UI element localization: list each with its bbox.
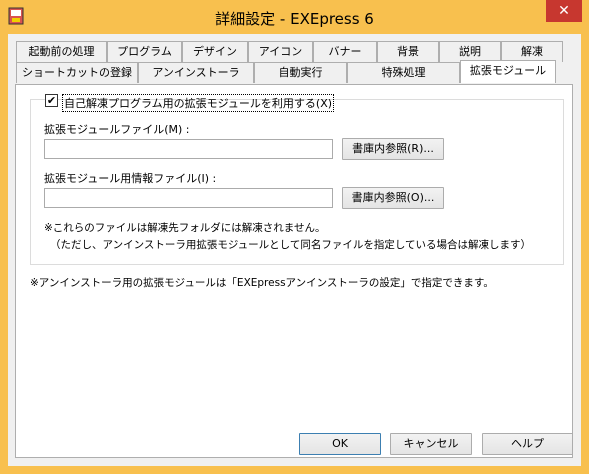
tab-design[interactable]: デザイン xyxy=(182,41,248,62)
module-file-input[interactable] xyxy=(44,139,333,159)
tab-banner[interactable]: バナー xyxy=(313,41,377,62)
tab-description[interactable]: 説明 xyxy=(439,41,501,62)
tab-uninstaller[interactable]: アンインストーラ xyxy=(138,62,254,83)
note-line-1: ※これらのファイルは解凍先フォルダには解凍されません。 xyxy=(44,222,326,234)
tab-row-2: ショートカットの登録 アンインストーラ 自動実行 特殊処理 拡張モジュール xyxy=(16,60,572,83)
tab-row-1: 起動前の処理 プログラム デザイン アイコン バナー 背景 説明 解凍 xyxy=(16,41,572,62)
use-module-checkbox-label[interactable]: 自己解凍プログラム用の拡張モジュールを利用する(X) xyxy=(62,94,335,112)
window-title: 詳細設定 - EXEpress 6 xyxy=(215,10,374,28)
module-browse-button[interactable]: 書庫内参照(R)... xyxy=(342,138,444,160)
tab-pre-launch[interactable]: 起動前の処理 xyxy=(16,41,107,62)
tab-icon[interactable]: アイコン xyxy=(248,41,313,62)
ok-button[interactable]: OK xyxy=(299,433,381,455)
tab-background[interactable]: 背景 xyxy=(377,41,439,62)
tab-extract[interactable]: 解凍 xyxy=(501,41,563,62)
footer-note: ※アンインストーラ用の拡張モジュールは「EXEpressアンインストーラの設定」… xyxy=(30,277,494,289)
dialog-client: 起動前の処理 プログラム デザイン アイコン バナー 背景 説明 解凍 ショート… xyxy=(8,34,581,466)
tab-autorun[interactable]: 自動実行 xyxy=(254,62,347,83)
use-module-checkbox[interactable]: ✔ xyxy=(45,94,58,107)
note-line-2: （ただし、アンインストーラ用拡張モジュールとして同名ファイルを指定している場合は… xyxy=(50,239,532,251)
use-module-checkbox-row[interactable]: ✔ 自己解凍プログラム用の拡張モジュールを利用する(X) xyxy=(45,93,335,112)
module-file-label: 拡張モジュールファイル(M) : xyxy=(44,123,190,136)
tab-extension-module[interactable]: 拡張モジュール xyxy=(460,60,556,83)
tab-shortcut[interactable]: ショートカットの登録 xyxy=(16,62,138,83)
module-info-input[interactable] xyxy=(44,188,333,208)
module-info-label: 拡張モジュール用情報ファイル(I) : xyxy=(44,172,217,185)
cancel-button[interactable]: キャンセル xyxy=(390,433,472,455)
tab-program[interactable]: プログラム xyxy=(107,41,182,62)
tab-special[interactable]: 特殊処理 xyxy=(347,62,460,83)
dialog-window: 詳細設定 - EXEpress 6 ✕ 起動前の処理 プログラム デザイン アイ… xyxy=(0,0,589,474)
close-button[interactable]: ✕ xyxy=(546,0,582,22)
title-bar[interactable]: 詳細設定 - EXEpress 6 ✕ xyxy=(0,0,589,34)
close-icon: ✕ xyxy=(558,3,570,19)
help-button[interactable]: ヘルプ xyxy=(482,433,573,455)
module-info-browse-button[interactable]: 書庫内参照(O)... xyxy=(342,187,444,209)
